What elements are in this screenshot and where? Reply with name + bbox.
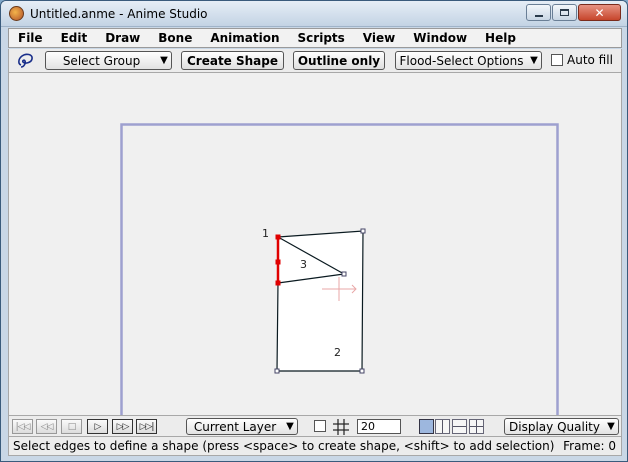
- grid-size-input[interactable]: 20: [357, 419, 401, 434]
- menu-view[interactable]: View: [354, 31, 404, 45]
- split-vertical-view-button[interactable]: [435, 419, 450, 434]
- app-window: Untitled.anme - Anime Studio ✕ File Edit…: [0, 0, 628, 462]
- fast-forward-icon: ▷▷|: [139, 421, 155, 432]
- shape-label-2: 2: [334, 346, 341, 359]
- point-handle[interactable]: [360, 228, 366, 234]
- timeline-controls-bar: |◁◁ ◁◁ □ ▷ ▷▷ ▷▷| Current Layer ▼ 20 Dis…: [8, 415, 622, 437]
- step-forward-button[interactable]: ▷▷: [112, 419, 133, 434]
- fast-forward-button[interactable]: ▷▷|: [136, 419, 157, 434]
- display-quality-label: Display Quality: [509, 419, 600, 434]
- play-button[interactable]: ▷: [87, 419, 108, 434]
- tool-options-bar: Select Group ▼ Create Shape Outline only…: [8, 49, 622, 73]
- play-icon: ▷: [94, 421, 102, 432]
- chevron-down-icon: ▼: [530, 55, 538, 66]
- layer-select-dropdown[interactable]: Current Layer ▼: [186, 418, 298, 435]
- menu-edit[interactable]: Edit: [52, 31, 97, 45]
- drawing-canvas[interactable]: 1 2 3: [8, 73, 622, 415]
- status-message: Select edges to define a shape (press <s…: [13, 439, 555, 453]
- shape-fill: [277, 231, 363, 371]
- rewind-button[interactable]: |◁◁: [12, 419, 33, 434]
- rewind-icon: |◁◁: [15, 421, 31, 432]
- split-horizontal-view-button[interactable]: [452, 419, 467, 434]
- status-bar: Select edges to define a shape (press <s…: [8, 437, 622, 456]
- layer-select-label: Current Layer: [193, 419, 277, 434]
- quad-view-button[interactable]: [469, 419, 484, 434]
- point-handle[interactable]: [275, 234, 281, 240]
- minimize-button[interactable]: [526, 4, 551, 21]
- shape-label-3: 3: [300, 258, 307, 271]
- auto-fill-checkbox[interactable]: [551, 54, 563, 66]
- shape-label-1: 1: [262, 227, 269, 240]
- flood-select-label: Flood-Select Options: [399, 53, 524, 68]
- menu-help[interactable]: Help: [476, 31, 525, 45]
- point-handle[interactable]: [359, 368, 365, 374]
- step-back-button[interactable]: ◁◁: [36, 419, 57, 434]
- chevron-down-icon: ▼: [160, 55, 168, 66]
- menu-draw[interactable]: Draw: [96, 31, 149, 45]
- close-button[interactable]: ✕: [578, 4, 621, 21]
- menu-window[interactable]: Window: [404, 31, 476, 45]
- auto-fill-label: Auto fill: [567, 53, 613, 67]
- outline-only-button[interactable]: Outline only: [293, 51, 385, 70]
- close-icon: ✕: [594, 5, 605, 20]
- chevron-down-icon: ▼: [607, 421, 615, 432]
- point-handle[interactable]: [275, 259, 281, 265]
- select-group-dropdown[interactable]: Select Group ▼: [45, 51, 172, 70]
- canvas-drawing: [120, 123, 559, 415]
- step-forward-icon: ▷▷: [116, 421, 130, 432]
- create-shape-button[interactable]: Create Shape: [181, 51, 284, 70]
- maximize-button[interactable]: [552, 4, 577, 21]
- lasso-icon[interactable]: [17, 52, 35, 69]
- select-group-label: Select Group: [62, 53, 141, 68]
- single-view-button[interactable]: [419, 419, 434, 434]
- menu-bone[interactable]: Bone: [149, 31, 201, 45]
- stop-icon: □: [67, 421, 76, 432]
- menu-file[interactable]: File: [9, 31, 52, 45]
- menu-scripts[interactable]: Scripts: [289, 31, 354, 45]
- frame-counter: Frame: 0: [563, 439, 616, 453]
- chevron-down-icon: ▼: [286, 421, 294, 432]
- stop-button[interactable]: □: [61, 419, 82, 434]
- window-title: Untitled.anme - Anime Studio: [30, 7, 208, 21]
- grid-checkbox[interactable]: [314, 420, 326, 432]
- point-handle[interactable]: [341, 271, 347, 277]
- minimize-icon: [534, 14, 543, 17]
- title-bar: Untitled.anme - Anime Studio ✕: [1, 1, 627, 27]
- menu-animation[interactable]: Animation: [201, 31, 288, 45]
- step-back-icon: ◁◁: [40, 421, 54, 432]
- maximize-icon: [560, 9, 569, 16]
- flood-select-options-dropdown[interactable]: Flood-Select Options ▼: [395, 51, 542, 70]
- menu-bar: File Edit Draw Bone Animation Scripts Vi…: [8, 28, 622, 48]
- app-logo-icon: [9, 6, 24, 21]
- point-handle[interactable]: [274, 368, 280, 374]
- display-quality-dropdown[interactable]: Display Quality ▼: [504, 418, 619, 435]
- window-controls: ✕: [525, 4, 621, 21]
- grid-icon: [333, 419, 349, 435]
- point-handle[interactable]: [275, 280, 281, 286]
